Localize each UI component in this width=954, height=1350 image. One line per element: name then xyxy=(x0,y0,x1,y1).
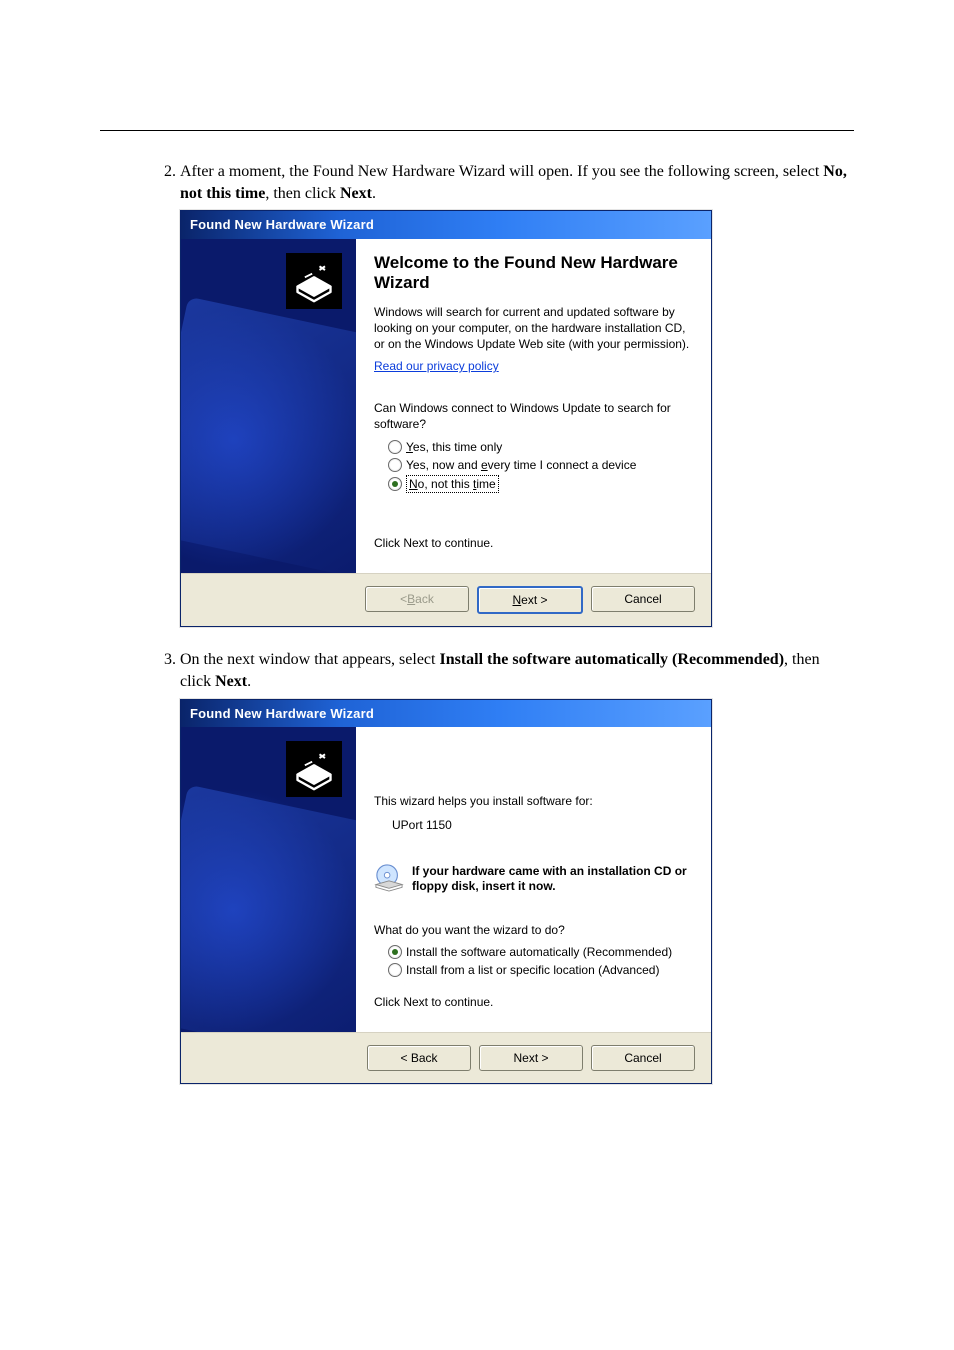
wizard-sidebar xyxy=(181,239,356,574)
wizard-prompt: Can Windows connect to Windows Update to… xyxy=(374,400,695,432)
next-button[interactable]: Next > xyxy=(479,1045,583,1071)
back-button[interactable]: < Back xyxy=(367,1045,471,1071)
cancel-button[interactable]: Cancel xyxy=(591,1045,695,1071)
radio-no[interactable]: No, not this time xyxy=(388,475,695,493)
radio-auto[interactable]: Install the software automatically (Reco… xyxy=(388,944,695,960)
step2-text-c: . xyxy=(372,185,376,202)
continue-text: Click Next to continue. xyxy=(374,994,695,1010)
cd-hint-text: If your hardware came with an installati… xyxy=(412,864,695,894)
device-name: UPort 1150 xyxy=(392,817,695,833)
back-button: < Back xyxy=(365,586,469,612)
step3-bold-a: Install the software automatically (Reco… xyxy=(439,651,784,668)
wizard-body-text: Windows will search for current and upda… xyxy=(374,304,695,353)
step3-bold-b: Next xyxy=(215,673,247,690)
privacy-policy-link[interactable]: Read our privacy policy xyxy=(374,359,499,373)
cd-icon xyxy=(374,864,404,896)
radio-icon xyxy=(388,477,402,491)
wizard-dialog-2: Found New Hardware Wizard xyxy=(180,699,712,1085)
hardware-icon xyxy=(286,741,342,797)
cd-hint: If your hardware came with an installati… xyxy=(374,864,695,896)
continue-text: Click Next to continue. xyxy=(374,535,695,551)
radio-icon xyxy=(388,963,402,977)
radio-icon xyxy=(388,440,402,454)
radio-yes-always[interactable]: Yes, now and every time I connect a devi… xyxy=(388,457,695,473)
cancel-button[interactable]: Cancel xyxy=(591,586,695,612)
page-divider xyxy=(100,130,854,131)
radio-icon xyxy=(388,945,402,959)
step3-text-c: . xyxy=(247,673,251,690)
titlebar: Found New Hardware Wizard xyxy=(181,211,711,239)
button-row: < Back Next > Cancel xyxy=(181,573,711,626)
wizard-heading: Welcome to the Found New Hardware Wizard xyxy=(374,253,695,294)
step2-bold-b: Next xyxy=(340,185,372,202)
button-row: < Back Next > Cancel xyxy=(181,1032,711,1083)
step-2: After a moment, the Found New Hardware W… xyxy=(180,161,854,627)
radio-icon xyxy=(388,458,402,472)
hardware-icon xyxy=(286,253,342,309)
wizard-body-text: This wizard helps you install software f… xyxy=(374,793,695,809)
step-3: On the next window that appears, select … xyxy=(180,649,854,1084)
wizard-prompt: What do you want the wizard to do? xyxy=(374,922,695,938)
radio-auto-label: Install the software automatically (Reco… xyxy=(406,944,672,960)
radio-yes-once[interactable]: Yes, this time only xyxy=(388,439,695,455)
wizard-dialog-1: Found New Hardware Wizard xyxy=(180,210,712,627)
step3-text-a: On the next window that appears, select xyxy=(180,651,439,668)
next-button[interactable]: Next > xyxy=(477,586,583,614)
titlebar: Found New Hardware Wizard xyxy=(181,700,711,728)
step2-text-a: After a moment, the Found New Hardware W… xyxy=(180,163,823,180)
wizard-sidebar xyxy=(181,727,356,1032)
radio-list-label: Install from a list or specific location… xyxy=(406,962,659,978)
radio-list[interactable]: Install from a list or specific location… xyxy=(388,962,695,978)
step2-text-b: , then click xyxy=(265,185,340,202)
